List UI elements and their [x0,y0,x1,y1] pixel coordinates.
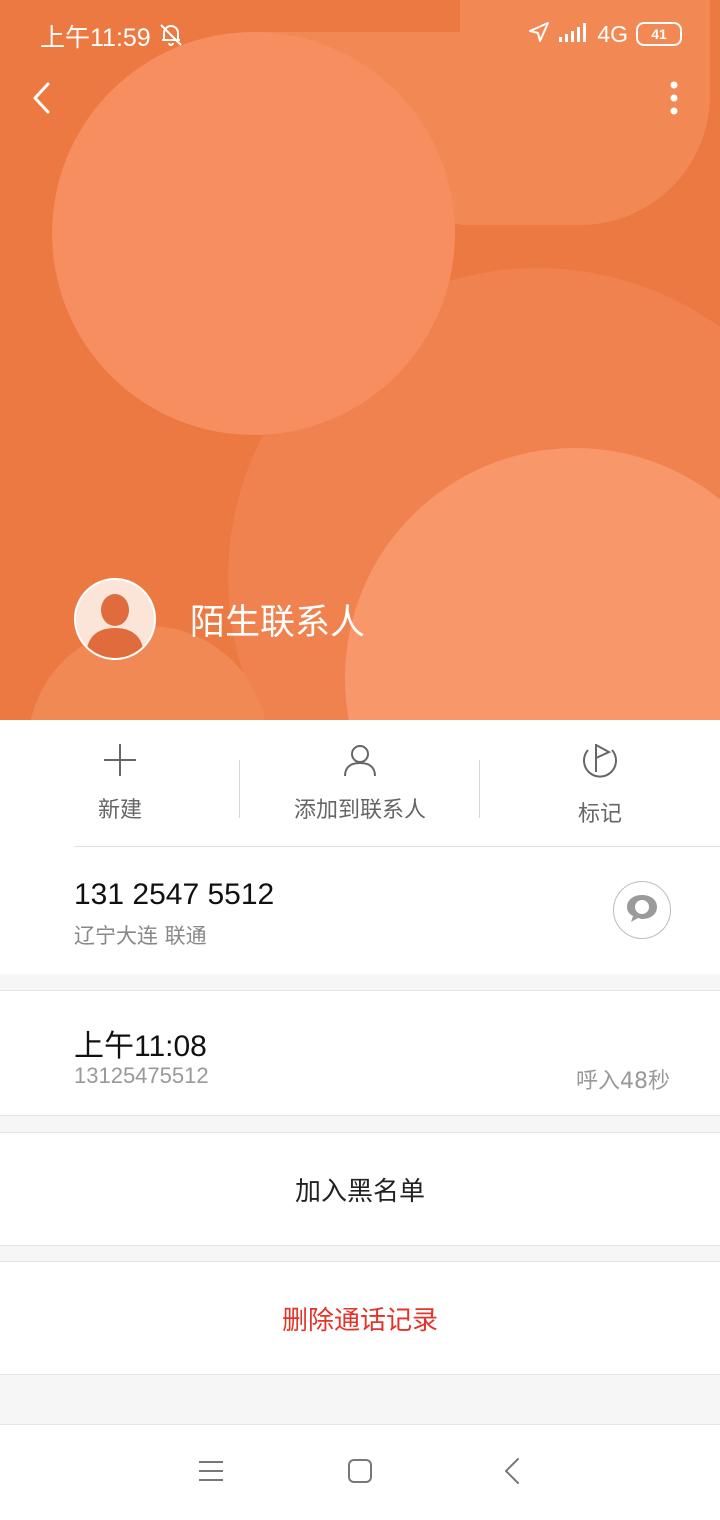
call-number: 13125475512 [74,1063,209,1088]
call-log-entry[interactable]: 上午11:08 13125475512 呼入48秒 [0,990,720,1116]
message-icon [625,892,659,928]
action-label: 标记 [577,802,622,827]
recent-apps-button[interactable] [187,1449,235,1497]
call-time: 上午11:08 [74,1030,207,1063]
flag-icon [580,742,620,786]
avatar[interactable] [74,578,156,660]
contact-name: 陌生联系人 [190,602,366,643]
send-message-button[interactable] [613,881,671,939]
more-icon [669,81,679,119]
plus-icon [102,742,138,782]
home-icon [347,1458,373,1488]
add-to-blacklist-button[interactable]: 加入黑名单 [0,1132,720,1246]
add-to-contacts-button[interactable]: 添加到联系人 [240,720,480,847]
divider [74,846,720,847]
status-icons: 4G 41 [527,20,682,48]
person-icon [342,742,378,782]
nav-back-icon [503,1457,521,1489]
contact-info: 陌生联系人 [74,578,365,660]
action-label: 新建 [97,798,142,823]
phone-number: 131 2547 5512 [74,878,275,911]
button-label: 删除通话记录 [281,1305,438,1336]
battery-level: 41 [651,26,667,42]
status-bar: 上午11:59 4G 41 [0,0,720,70]
location-icon [527,20,551,48]
system-nav-bar [0,1424,720,1520]
back-icon [28,81,56,119]
phone-number-row[interactable]: 131 2547 5512 辽宁大连 联通 [0,846,720,974]
back-button[interactable] [18,76,66,124]
battery-icon: 41 [636,22,682,46]
new-contact-button[interactable]: 新建 [0,720,240,847]
action-label: 添加到联系人 [293,798,426,823]
delete-call-log-button[interactable]: 删除通话记录 [0,1261,720,1375]
nav-back-button[interactable] [488,1449,536,1497]
bell-off-icon [158,22,184,52]
more-button[interactable] [650,76,698,124]
avatar-icon [76,594,154,658]
phone-location: 辽宁大连 联通 [74,924,207,948]
signal-icon [559,22,589,46]
status-time: 上午11:59 [40,24,151,52]
call-duration: 呼入48秒 [576,1069,670,1094]
button-label: 加入黑名单 [294,1176,425,1207]
home-button[interactable] [336,1449,384,1497]
menu-icon [198,1460,224,1486]
mark-button[interactable]: 标记 [480,720,720,847]
action-bar: 新建 添加到联系人 标记 [0,720,720,847]
contact-header: 上午11:59 4G 41 陌生联系人 [0,0,720,720]
decor-circle [52,32,455,435]
network-type: 4G [597,20,628,47]
